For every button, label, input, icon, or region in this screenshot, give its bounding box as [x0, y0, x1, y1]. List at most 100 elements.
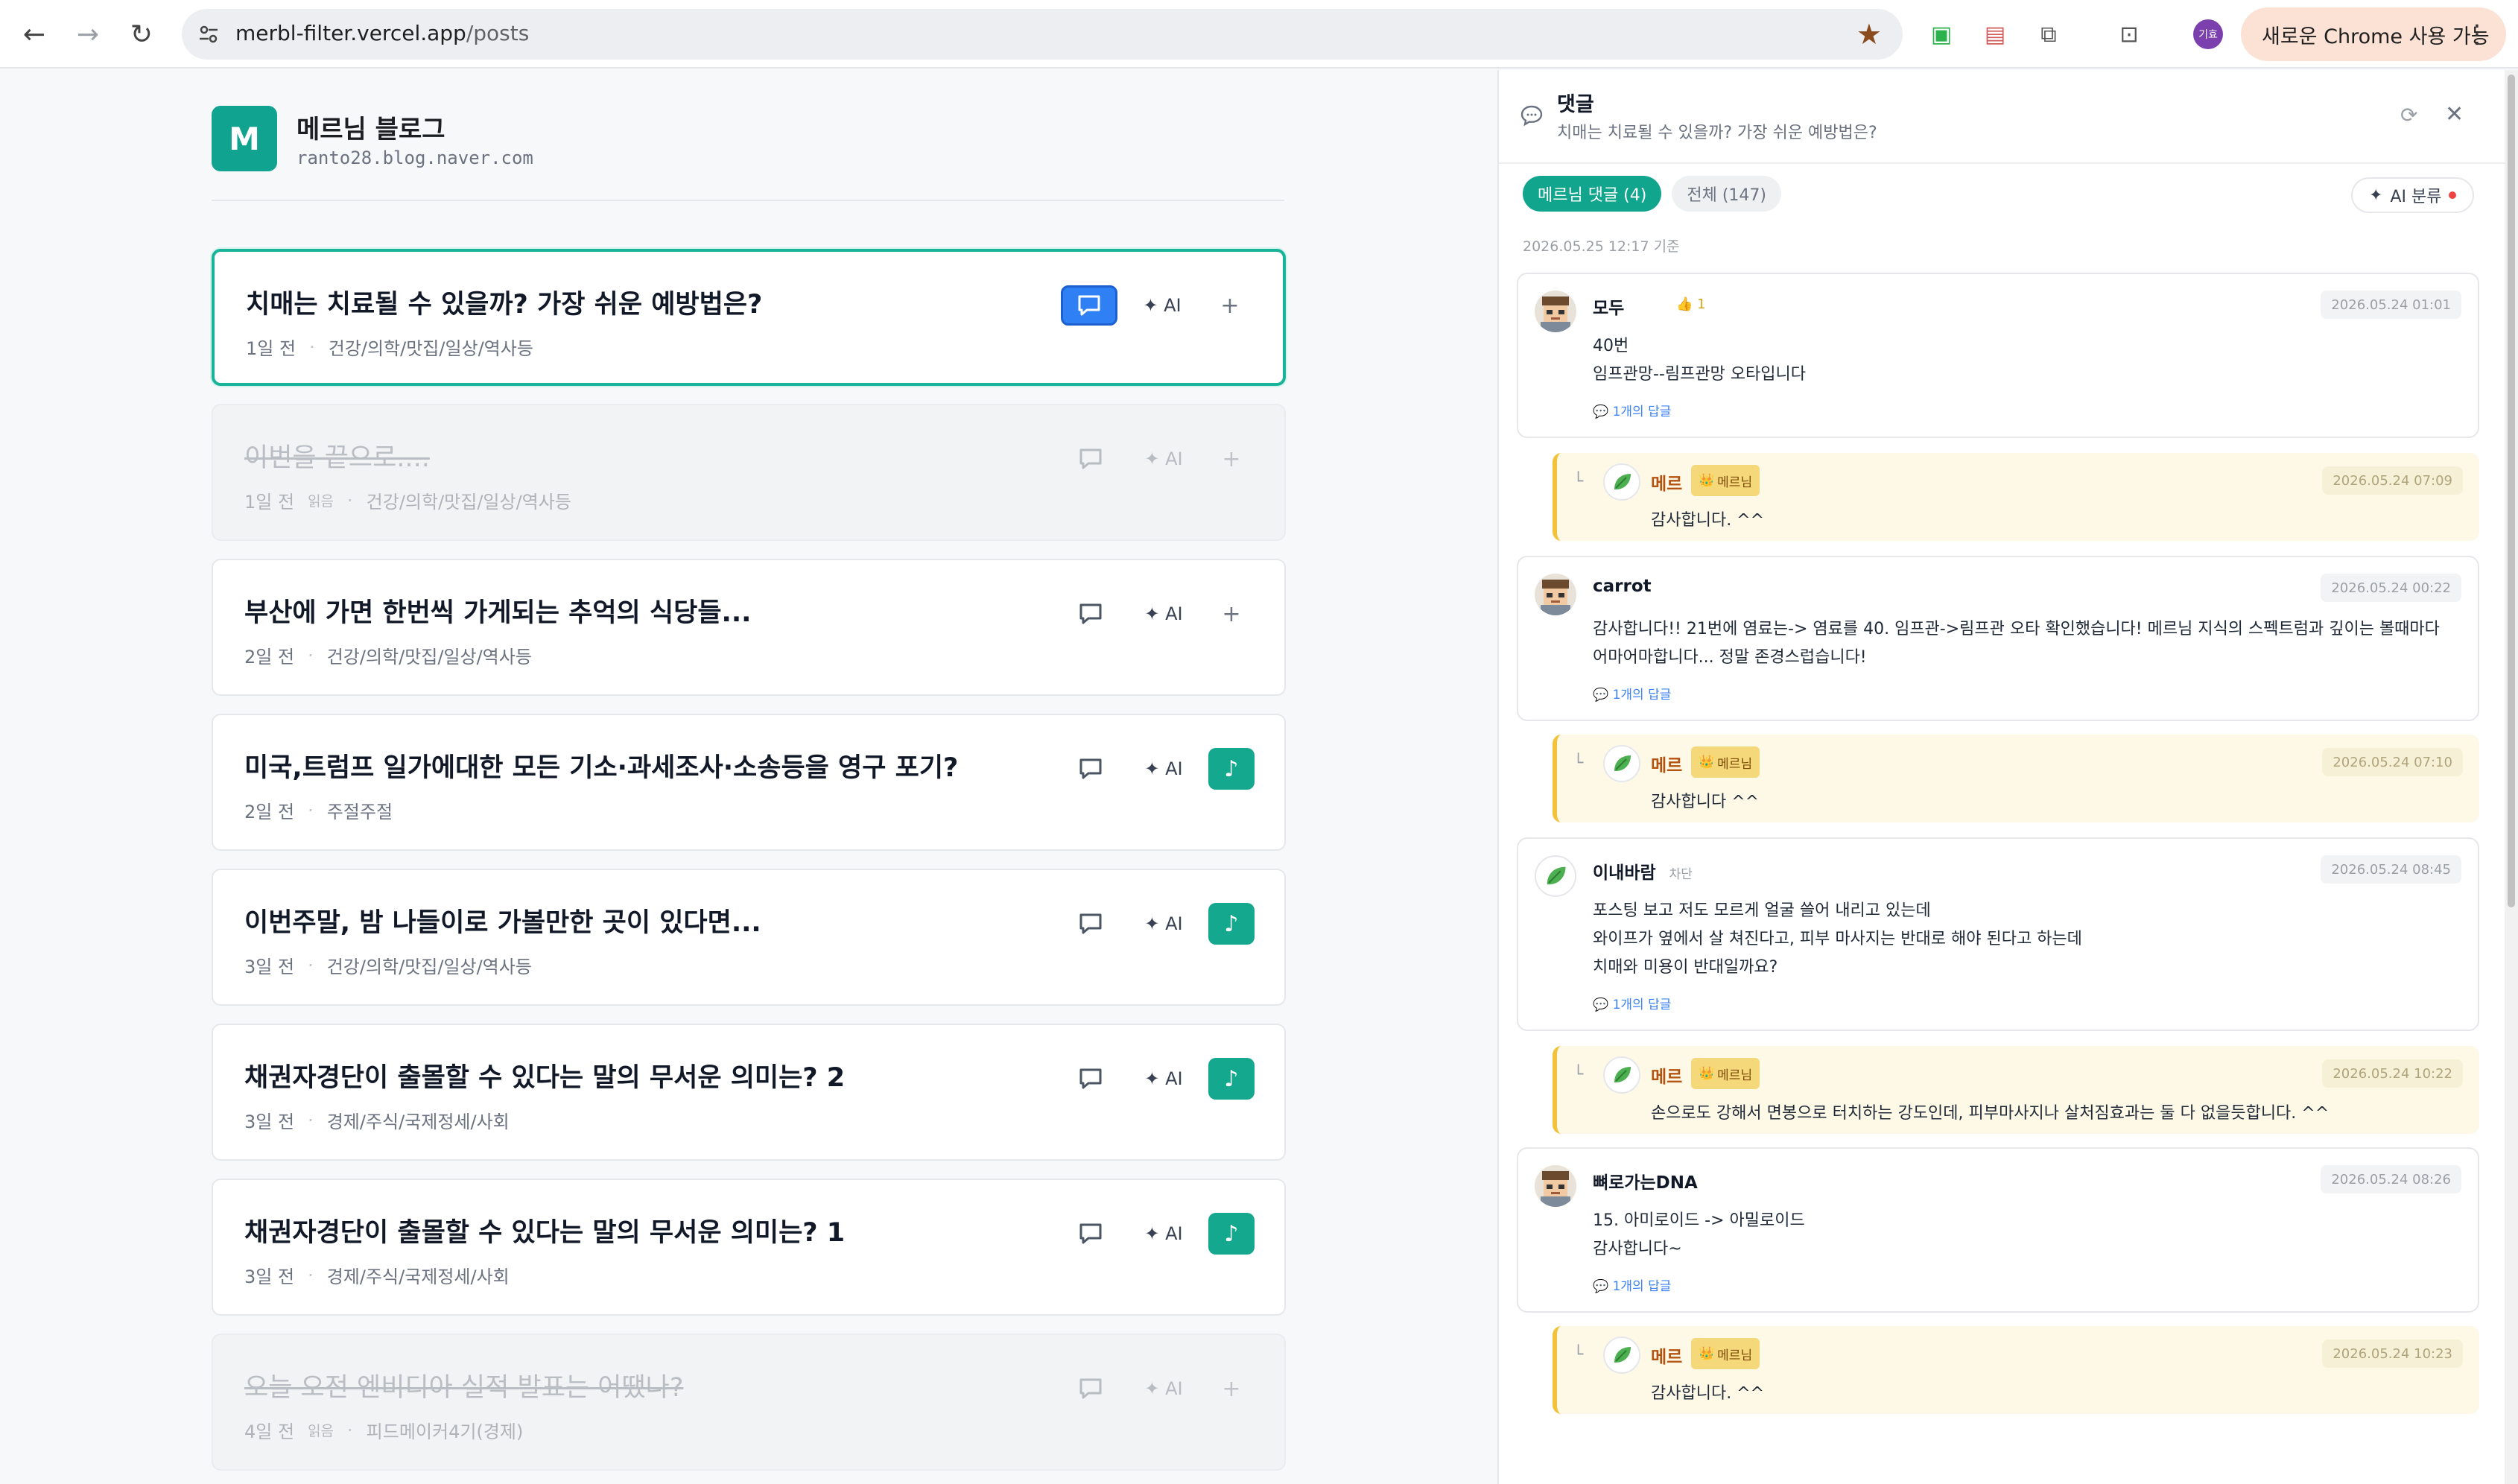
ai-summary-button[interactable]: ✦ AI — [1135, 1378, 1192, 1399]
comments-toggle-button[interactable] — [1062, 439, 1119, 479]
comments-toggle-button[interactable] — [1062, 594, 1119, 634]
ai-label: AI — [1164, 295, 1182, 316]
post-title[interactable]: 오늘 오전 엔비디아 실적 발표는 어땠나? — [244, 1366, 683, 1404]
add-button[interactable]: + — [1207, 285, 1253, 326]
profile-avatar[interactable]: 기효 — [2193, 19, 2223, 49]
comments-toggle-button[interactable] — [1062, 749, 1119, 789]
comment-bubble-icon — [1079, 448, 1102, 469]
post-card[interactable]: 미국,트럼프 일가에대한 모든 기소·과세조사·소송등을 영구 포기? 2일 전… — [212, 714, 1286, 851]
panel-title: 댓글 — [1557, 93, 1594, 116]
add-button[interactable]: + — [1208, 593, 1255, 635]
author-badge-label: 메르님 — [1717, 756, 1753, 772]
comment-tabs: 메르님 댓글 (4) 전체 (147) — [1523, 176, 1781, 213]
refresh-icon[interactable]: ⟳ — [2400, 103, 2417, 127]
comment-line: 감사합니다~ — [1593, 1240, 1682, 1258]
ai-label: AI — [1165, 758, 1183, 779]
ai-label: AI — [1165, 913, 1183, 934]
author-badge-label: 메르님 — [1717, 475, 1753, 490]
comments-toggle-button[interactable] — [1062, 1214, 1119, 1254]
comments-toggle-button[interactable] — [1061, 285, 1117, 326]
post-age: 4일 전 — [244, 1421, 295, 1442]
avatar — [1535, 291, 1576, 332]
forward-arrow-icon[interactable]: → — [70, 16, 106, 52]
add-button[interactable]: + — [1208, 1368, 1255, 1410]
site-settings-icon[interactable] — [194, 19, 223, 49]
replies-link[interactable]: 💬 1개의 답글 — [1593, 1275, 1671, 1294]
chrome-update-button[interactable]: 새로운 Chrome 사용 가능 ⋮ — [2241, 7, 2506, 61]
leaf-avatar-icon — [1603, 745, 1640, 782]
comment-date: 2026.05.24 08:45 — [2321, 855, 2461, 884]
ai-summary-button[interactable]: ✦ AI — [1135, 758, 1192, 779]
extension-cast-icon[interactable]: ▤ — [1977, 16, 2013, 52]
panel-header: 댓글 치매는 치료될 수 있을까? 가장 쉬운 예방법은? ⟳ ✕ — [1499, 70, 2506, 164]
ai-summary-button[interactable]: ✦ AI — [1135, 603, 1192, 624]
ai-summary-button[interactable]: ✦ AI — [1135, 1068, 1192, 1089]
author-reply: └ 메르 👑 메르님 2026.05.24 10:22 손으로도 강해서 면봉으로… — [1553, 1046, 2479, 1134]
music-note-icon[interactable]: ♪ — [1208, 1058, 1255, 1100]
replies-link[interactable]: 💬 1개의 답글 — [1593, 994, 1671, 1012]
post-title[interactable]: 치매는 치료될 수 있을까? 가장 쉬운 예방법은? — [246, 283, 762, 321]
blog-title: 메르님 블로그 — [296, 115, 445, 145]
comment-bubble-icon — [1079, 758, 1102, 779]
post-actions: ✦ AI ♪ — [1062, 1211, 1255, 1256]
music-note-icon[interactable]: ♪ — [1208, 1213, 1255, 1255]
post-card[interactable]: 부산에 가면 한번씩 가게되는 추억의 식당들... 2일 전 · 건강/의학/맛집… — [212, 559, 1286, 696]
add-button[interactable]: + — [1208, 438, 1255, 480]
post-category: 피드메이커4기(경제) — [366, 1421, 524, 1442]
post-age: 2일 전 — [244, 647, 295, 668]
replies-link[interactable]: 💬 1개의 답글 — [1593, 401, 1671, 419]
post-card[interactable]: 오늘 오전 엔비디아 실적 발표는 어땠나? 4일 전 읽음 · 피드메이커4기(경제… — [212, 1334, 1286, 1471]
ai-summary-button[interactable]: ✦ AI — [1135, 1223, 1192, 1244]
reply-date: 2026.05.24 07:09 — [2322, 466, 2463, 495]
post-card[interactable]: 이번주말, 밤 나들이로 가볼만한 곳이 있다면... 3일 전 · 건강/의학/맛… — [212, 869, 1286, 1006]
post-card[interactable]: 치매는 치료될 수 있을까? 가장 쉬운 예방법은? 1일 전 · 건강/의학/맛집… — [212, 249, 1286, 386]
url-text[interactable]: merbl-filter.vercel.app/posts — [235, 21, 529, 45]
ai-summary-button[interactable]: ✦ AI — [1135, 913, 1192, 934]
chrome-menu-icon[interactable]: ⋮ — [2464, 19, 2490, 49]
ai-sort-button[interactable]: ✦ AI 분류 — [2351, 177, 2475, 213]
replies-link[interactable]: 💬 1개의 답글 — [1593, 684, 1671, 703]
comments-toggle-button[interactable] — [1062, 1369, 1119, 1409]
meta-separator: · — [308, 799, 314, 821]
extension-screen-icon[interactable]: ▣ — [1924, 16, 1959, 52]
ai-summary-button[interactable]: ✦ AI — [1134, 295, 1190, 316]
like-number: 1 — [1697, 297, 1706, 312]
post-card[interactable]: 채권자경단이 출몰할 수 있다는 말의 무서운 의미는? 2 3일 전 · 경제/주… — [212, 1024, 1286, 1161]
scrollbar-thumb[interactable] — [2508, 74, 2515, 907]
post-age: 3일 전 — [244, 1266, 295, 1287]
close-icon[interactable]: ✕ — [2445, 101, 2464, 127]
comments-toggle-button[interactable] — [1062, 904, 1119, 944]
post-title[interactable]: 이번주말, 밤 나들이로 가볼만한 곳이 있다면... — [244, 901, 761, 939]
post-title[interactable]: 부산에 가면 한번씩 가게되는 추억의 식당들... — [244, 592, 751, 630]
block-button[interactable]: 차단 — [1669, 867, 1693, 882]
post-title[interactable]: 채권자경단이 출몰할 수 있다는 말의 무서운 의미는? 2 — [244, 1056, 845, 1094]
post-title[interactable]: 채권자경단이 출몰할 수 있다는 말의 무서운 의미는? 1 — [244, 1211, 845, 1249]
comment-date: 2026.05.24 00:22 — [2321, 574, 2461, 602]
tab-search-icon[interactable]: ⊡ — [2111, 16, 2147, 52]
post-meta: 3일 전 · 경제/주식/국제정세/사회 — [244, 1107, 510, 1133]
comment-line: 15. 아미로이드 -> 아밀로이드 — [1593, 1211, 1805, 1230]
back-arrow-icon[interactable]: ← — [16, 16, 52, 52]
tab-all-comments[interactable]: 전체 (147) — [1672, 176, 1781, 212]
ai-summary-button[interactable]: ✦ AI — [1135, 448, 1192, 469]
post-card[interactable]: 채권자경단이 출몰할 수 있다는 말의 무서운 의미는? 1 3일 전 · 경제/주… — [212, 1179, 1286, 1316]
post-title[interactable]: 이번을 끝으로.... — [244, 437, 430, 475]
blog-domain: ranto28.blog.naver.com — [296, 148, 533, 168]
reload-icon[interactable]: ↻ — [124, 16, 159, 52]
address-bar[interactable]: merbl-filter.vercel.app/posts ★ — [182, 9, 1903, 60]
comments-panel: 댓글 치매는 치료될 수 있을까? 가장 쉬운 예방법은? ⟳ ✕ 메르님 댓글… — [1497, 70, 2506, 1484]
panel-scrollbar[interactable] — [2505, 70, 2518, 1484]
meta-separator: · — [347, 489, 353, 511]
bookmark-star-icon[interactable]: ★ — [1856, 18, 1882, 51]
music-note-icon[interactable]: ♪ — [1208, 903, 1255, 945]
reply-date: 2026.05.24 07:10 — [2322, 748, 2463, 776]
replies-label: 1개의 답글 — [1612, 1279, 1672, 1294]
leaf-avatar-icon — [1535, 855, 1576, 897]
post-title[interactable]: 미국,트럼프 일가에대한 모든 기소·과세조사·소송등을 영구 포기? — [244, 746, 958, 784]
tab-author-comments[interactable]: 메르님 댓글 (4) — [1523, 176, 1662, 212]
music-note-icon[interactable]: ♪ — [1208, 748, 1255, 790]
extensions-puzzle-icon[interactable]: ⧉ — [2031, 16, 2067, 52]
comments-toggle-button[interactable] — [1062, 1059, 1119, 1099]
meta-separator: · — [308, 644, 314, 666]
post-card[interactable]: 이번을 끝으로.... 1일 전 읽음 · 건강/의학/맛집/일상/역사등 ✦ AI … — [212, 404, 1286, 541]
